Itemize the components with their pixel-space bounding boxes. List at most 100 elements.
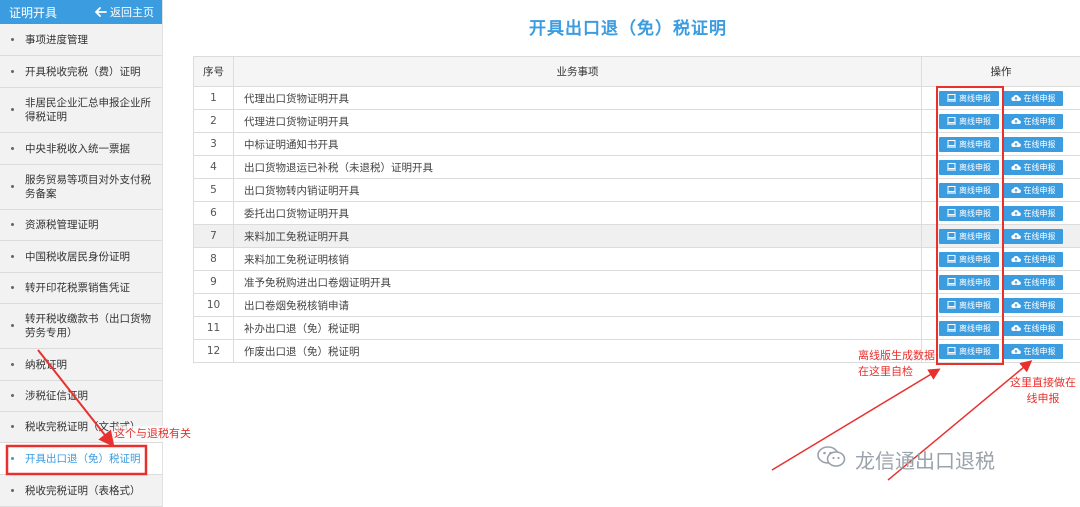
row-actions: 离线申报 在线申报 [921,316,1080,340]
row-item-name: 中标证明通知书开具 [233,132,922,156]
monitor-icon [947,163,956,171]
row-item-name: 代理进口货物证明开具 [233,109,922,133]
header-item: 业务事项 [233,56,922,87]
row-item-name: 代理出口货物证明开具 [233,86,922,110]
bullet-icon [11,146,14,150]
table-row: 10 出口卷烟免税核销申请 离线申报 在线申报 [193,293,1080,317]
online-report-label: 在线申报 [1023,231,1056,241]
online-report-button[interactable]: 在线申报 [1003,205,1063,221]
online-report-button[interactable]: 在线申报 [1003,251,1063,267]
row-index: 7 [193,224,234,248]
offline-report-button[interactable]: 离线申报 [939,297,999,313]
offline-report-button[interactable]: 离线申报 [939,320,999,336]
offline-report-label: 离线申报 [959,139,991,149]
sidebar-item-tax-payment-cert[interactable]: 开具税收完税（费）证明 [0,56,162,88]
monitor-icon [947,324,956,332]
bullet-icon [11,488,14,492]
bullet-icon [11,37,14,41]
row-actions: 离线申报 在线申报 [921,86,1080,110]
cloud-upload-icon [1010,232,1021,240]
online-report-label: 在线申报 [1023,254,1056,264]
sidebar-item-service-trade-filing[interactable]: 服务贸易等项目对外支付税务备案 [0,165,162,210]
sidebar-item-label: 税收完税证明（表格式） [25,484,141,497]
offline-report-button[interactable]: 离线申报 [939,251,999,267]
offline-report-button[interactable]: 离线申报 [939,205,999,221]
cloud-upload-icon [1010,255,1021,263]
sidebar-item-credit-cert[interactable]: 涉税征信证明 [0,381,162,412]
bullet-icon [11,185,14,188]
cloud-upload-icon [1010,186,1021,194]
cloud-upload-icon [1010,117,1021,125]
offline-report-button[interactable]: 离线申报 [939,90,999,106]
sidebar-item-label: 开具出口退（免）税证明 [25,452,141,465]
table-header-row: 序号 业务事项 操作 [193,56,1080,87]
offline-report-label: 离线申报 [959,231,991,241]
sidebar-item-resource-tax[interactable]: 资源税管理证明 [0,210,162,241]
cloud-upload-icon [1010,163,1021,171]
online-report-button[interactable]: 在线申报 [1003,113,1063,129]
sidebar-header: 证明开具 返回主页 [0,0,162,24]
row-index: 11 [193,316,234,340]
offline-report-button[interactable]: 离线申报 [939,136,999,152]
sidebar-item-label: 服务贸易等项目对外支付税务备案 [25,174,151,200]
online-report-button[interactable]: 在线申报 [1003,159,1063,175]
bullet-icon [11,456,14,460]
row-index: 1 [193,86,234,110]
offline-report-button[interactable]: 离线申报 [939,343,999,359]
sidebar-item-progress[interactable]: 事项进度管理 [0,24,162,56]
offline-report-label: 离线申报 [959,254,991,264]
online-report-button[interactable]: 在线申报 [1003,343,1063,359]
row-actions: 离线申报 在线申报 [921,270,1080,294]
back-arrow-icon [95,7,107,17]
sidebar-item-tax-paid-doc[interactable]: 税收完税证明（文书式） [0,412,162,443]
offline-report-label: 离线申报 [959,346,991,356]
online-report-button[interactable]: 在线申报 [1003,136,1063,152]
cloud-upload-icon [1010,301,1021,309]
online-report-button[interactable]: 在线申报 [1003,182,1063,198]
offline-report-button[interactable]: 离线申报 [939,113,999,129]
monitor-icon [947,301,956,309]
sidebar-item-tax-cert[interactable]: 纳税证明 [0,349,162,381]
row-item-name: 来料加工免税证明开具 [233,224,922,248]
sidebar-item-tax-residency[interactable]: 中国税收居民身份证明 [0,241,162,273]
online-report-button[interactable]: 在线申报 [1003,320,1063,336]
sidebar-item-nonresident-income-tax[interactable]: 非居民企业汇总申报企业所得税证明 [0,88,162,133]
bullet-icon [11,223,14,226]
online-report-label: 在线申报 [1023,162,1056,172]
sidebar: 证明开具 返回主页 事项进度管理 开具税收完税（费）证明 非居民企业汇总申报企业… [0,0,163,507]
online-report-label: 在线申报 [1023,300,1056,310]
monitor-icon [947,94,956,102]
offline-report-label: 离线申报 [959,185,991,195]
sidebar-item-tax-payment-book[interactable]: 转开税收缴款书（出口货物劳务专用） [0,304,162,349]
cloud-upload-icon [1010,278,1021,286]
offline-report-button[interactable]: 离线申报 [939,159,999,175]
bullet-icon [11,324,14,327]
bullet-icon [11,254,14,258]
cloud-upload-icon [1010,324,1021,332]
sidebar-item-nontax-receipt[interactable]: 中央非税收入统一票据 [0,133,162,165]
online-report-button[interactable]: 在线申报 [1003,228,1063,244]
offline-report-label: 离线申报 [959,208,991,218]
online-report-label: 在线申报 [1023,346,1056,356]
bullet-icon [11,362,14,366]
bullet-icon [11,425,14,428]
online-report-button[interactable]: 在线申报 [1003,297,1063,313]
sidebar-menu: 事项进度管理 开具税收完税（费）证明 非居民企业汇总申报企业所得税证明 中央非税… [0,24,162,507]
sidebar-item-tax-paid-table[interactable]: 税收完税证明（表格式） [0,475,162,507]
row-index: 4 [193,155,234,179]
online-report-button[interactable]: 在线申报 [1003,90,1063,106]
offline-report-button[interactable]: 离线申报 [939,182,999,198]
cloud-upload-icon [1010,140,1021,148]
row-item-name: 准予免税购进出口卷烟证明开具 [233,270,922,294]
back-to-home-link[interactable]: 返回主页 [95,4,154,20]
online-report-button[interactable]: 在线申报 [1003,274,1063,290]
sidebar-item-label: 税收完税证明（文书式） [25,421,141,433]
sidebar-item-stamp-tax[interactable]: 转开印花税票销售凭证 [0,273,162,304]
offline-report-button[interactable]: 离线申报 [939,228,999,244]
row-item-name: 来料加工免税证明核销 [233,247,922,271]
sidebar-item-label: 非居民企业汇总申报企业所得税证明 [25,97,151,123]
offline-report-label: 离线申报 [959,116,991,126]
offline-report-button[interactable]: 离线申报 [939,274,999,290]
sidebar-item-export-refund-cert[interactable]: 开具出口退（免）税证明 [0,443,162,475]
online-report-label: 在线申报 [1023,277,1056,287]
